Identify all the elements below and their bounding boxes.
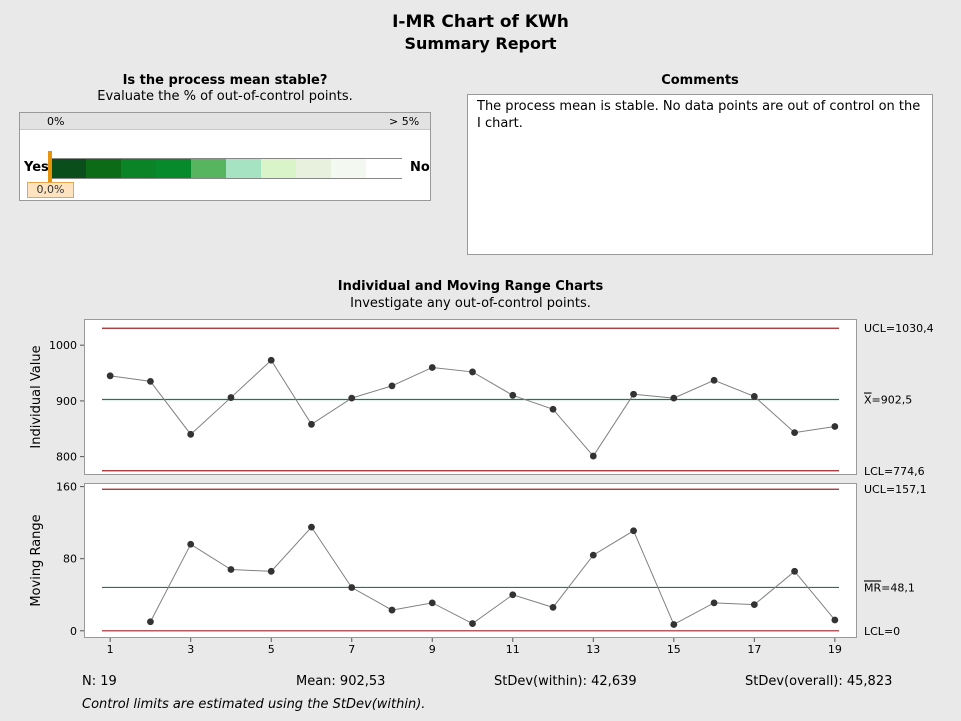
xtick-label: 5 xyxy=(268,643,275,656)
moving-range-data-point xyxy=(469,620,476,627)
moving-range-data-point xyxy=(187,540,195,548)
individual-data-point xyxy=(227,394,235,401)
moving-range-data-point xyxy=(308,523,315,531)
individual-ucl-label: UCL=1030,4 xyxy=(864,322,934,335)
individual-data-point xyxy=(791,429,798,437)
individual-ytick-label: 800 xyxy=(56,451,77,464)
individual-data-point xyxy=(469,368,476,376)
individual-lcl-label: LCL=774,6 xyxy=(864,465,925,478)
individual-data-point xyxy=(428,364,436,371)
stat-mean: Mean: 902,53 xyxy=(296,674,386,689)
moving-range-data-point xyxy=(147,618,154,626)
individual-data-point xyxy=(348,394,356,402)
moving-range-lcl-label: LCL=0 xyxy=(864,625,900,638)
individual-data-point xyxy=(831,423,839,430)
xtick-label: 11 xyxy=(506,643,520,656)
moving-range-center-label: MR=48,1 xyxy=(864,581,915,594)
individual-data-point xyxy=(630,390,637,398)
individual-data-point xyxy=(187,430,195,438)
moving-range-data-point xyxy=(831,616,839,624)
moving-range-data-point xyxy=(630,527,637,535)
moving-range-data-point xyxy=(227,566,235,573)
individual-data-point xyxy=(549,405,557,413)
individual-data-point xyxy=(509,391,517,399)
individual-data-point xyxy=(388,382,396,390)
moving-range-series-line xyxy=(149,526,836,626)
moving-range-ytick-label: 80 xyxy=(63,553,77,566)
individual-data-point xyxy=(267,356,275,364)
xtick-label: 17 xyxy=(747,643,761,656)
moving-range-data-point xyxy=(267,567,275,575)
moving-range-ucl-label: UCL=157,1 xyxy=(864,483,927,496)
xtick-label: 3 xyxy=(187,643,194,656)
individual-center-label: X=902,5 xyxy=(864,394,912,407)
xtick-label: 19 xyxy=(828,643,842,656)
stat-stdev-within: StDev(within): 42,639 xyxy=(494,674,637,689)
control-limits-note: Control limits are estimated using the S… xyxy=(82,697,426,712)
individual-data-point xyxy=(147,378,154,385)
moving-range-data-point xyxy=(670,621,678,628)
individual-data-point xyxy=(589,452,597,460)
xtick-label: 7 xyxy=(348,643,355,656)
individual-ytick-label: 1000 xyxy=(49,339,77,352)
individual-data-point xyxy=(710,376,718,384)
moving-range-data-point xyxy=(428,599,436,607)
moving-range-ytick-label: 160 xyxy=(56,481,77,494)
moving-range-ylabel: Moving Range xyxy=(29,514,44,606)
individual-ylabel: Individual Value xyxy=(29,345,44,448)
chart-canvas: UCL=1030,4LCL=774,6X=902,58009001000Indi… xyxy=(29,322,934,656)
xtick-label: 13 xyxy=(586,643,600,656)
moving-range-data-point xyxy=(710,599,718,607)
moving-range-data-point xyxy=(509,591,517,599)
individual-ytick-label: 900 xyxy=(56,395,77,408)
moving-range-data-point xyxy=(549,603,557,611)
moving-range-data-point xyxy=(589,551,597,559)
individual-data-point xyxy=(670,394,678,402)
xtick-label: 15 xyxy=(667,643,681,656)
individual-data-point xyxy=(106,372,114,380)
stat-n: N: 19 xyxy=(82,674,117,689)
moving-range-data-point xyxy=(791,567,798,575)
stat-stdev-overall: StDev(overall): 45,823 xyxy=(745,674,893,689)
individual-data-point xyxy=(308,420,315,428)
moving-range-data-point xyxy=(750,601,758,609)
moving-range-data-point xyxy=(348,584,356,591)
individual-data-point xyxy=(750,393,758,400)
moving-range-data-point xyxy=(388,606,396,614)
xtick-label: 1 xyxy=(107,643,114,656)
moving-range-ytick-label: 0 xyxy=(70,625,77,638)
xtick-label: 9 xyxy=(429,643,436,656)
